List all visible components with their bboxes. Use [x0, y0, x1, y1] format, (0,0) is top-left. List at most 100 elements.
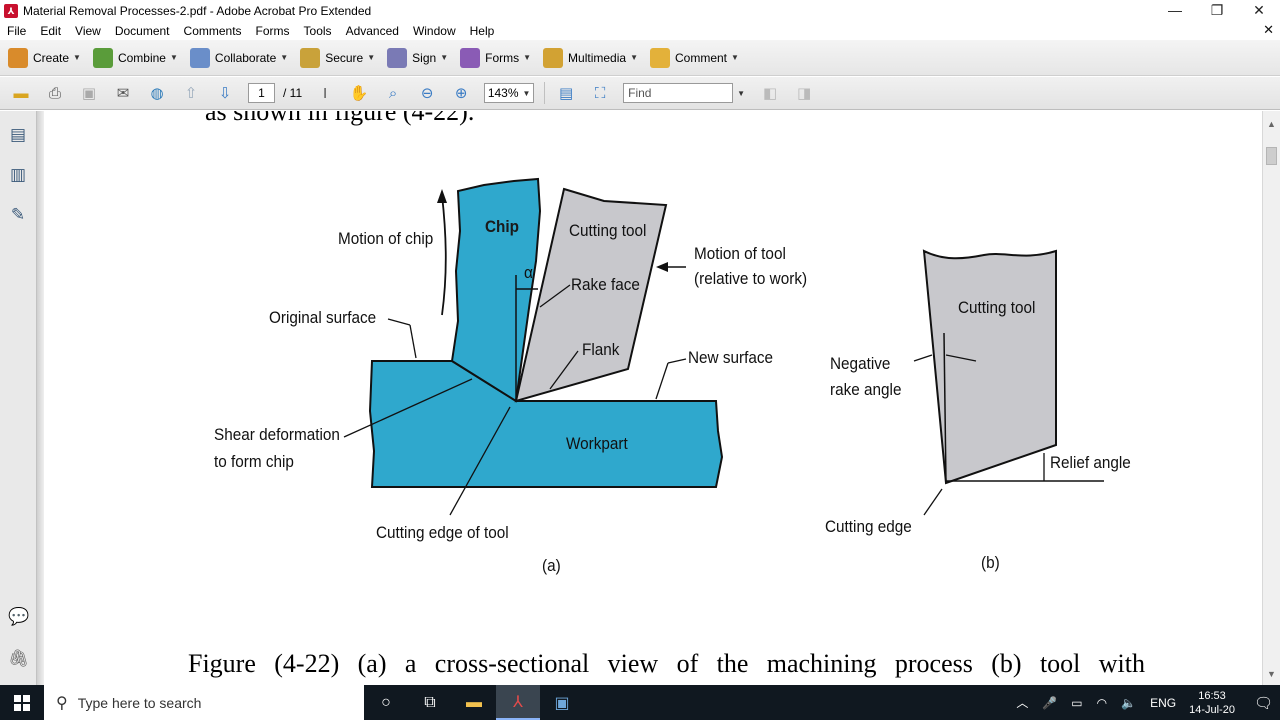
email-icon[interactable]: ✉: [112, 83, 134, 103]
document-close-button[interactable]: ✕: [1263, 22, 1274, 38]
label-cutting-tool-b: Cutting tool: [958, 298, 1036, 317]
label-original-surface: Original surface: [269, 308, 377, 327]
chevron-down-icon[interactable]: ▼: [737, 89, 745, 98]
page-total: / 11: [283, 86, 303, 100]
tasks-toolbar: Create ▼ Combine ▼ Collaborate ▼ Secure ▼ Si…: [0, 40, 1280, 76]
scroll-up-icon[interactable]: ▲: [1267, 119, 1276, 129]
window-title: Material Removal Processes-2.pdf - Adobe…: [23, 3, 372, 18]
bookmarks-icon[interactable]: ▥: [8, 165, 28, 187]
create-icon: [8, 47, 28, 68]
label-cutting-tool: Cutting tool: [569, 221, 647, 240]
search-placeholder: Type here to search: [77, 694, 202, 711]
signatures-icon[interactable]: ✎: [8, 205, 28, 227]
create-button[interactable]: Create ▼: [8, 47, 81, 68]
zoom-in-icon[interactable]: ⊕: [450, 83, 472, 103]
original-surface-leader: [409, 324, 417, 359]
language-indicator[interactable]: ENG: [1150, 696, 1176, 710]
label-new-surface: New surface: [688, 348, 774, 367]
figure-b-tag: (b): [981, 553, 1000, 572]
attachments-icon[interactable]: 🖇: [8, 649, 30, 671]
globe-icon[interactable]: ◍: [146, 83, 168, 103]
window-controls: — ❐ ✕: [1154, 0, 1280, 21]
arrowhead: [437, 189, 447, 203]
scroll-thumb[interactable]: [1266, 147, 1277, 165]
chevron-down-icon: ▼: [73, 53, 81, 62]
document-edge: [37, 111, 44, 685]
comment-icon: [649, 47, 670, 68]
minimize-button[interactable]: —: [1154, 0, 1196, 21]
zoom-out-icon[interactable]: ⊖: [416, 83, 438, 103]
previous-page-icon[interactable]: ⇧: [180, 83, 202, 103]
figure-a-tag: (a): [542, 556, 561, 575]
marquee-zoom-icon[interactable]: ⌕: [382, 83, 404, 103]
fit-width-icon[interactable]: ▤: [555, 83, 577, 103]
hand-tool-icon[interactable]: ✋: [348, 83, 370, 103]
battery-icon[interactable]: ▭: [1071, 696, 1082, 710]
fit-page-icon[interactable]: ⛶: [589, 83, 611, 103]
clock[interactable]: 16:53 14-Jul-20: [1189, 689, 1235, 717]
save-icon[interactable]: ▣: [78, 83, 100, 103]
menu-help[interactable]: Help: [463, 24, 502, 38]
microphone-icon[interactable]: 🎤: [1042, 696, 1057, 710]
notifications-icon[interactable]: 🗨: [1254, 694, 1273, 712]
comment-button[interactable]: Comment ▼: [649, 47, 739, 68]
menu-file[interactable]: File: [0, 24, 33, 38]
multimedia-button[interactable]: Multimedia ▼: [543, 47, 638, 68]
menu-comments[interactable]: Comments: [177, 24, 249, 38]
chevron-down-icon: ▼: [630, 53, 638, 62]
sign-label: Sign: [412, 50, 437, 65]
cortana-icon[interactable]: ○: [364, 685, 408, 720]
task-view-icon[interactable]: ⧉: [408, 685, 452, 720]
menu-tools[interactable]: Tools: [297, 24, 339, 38]
chevron-up-icon[interactable]: ︿: [1016, 694, 1028, 711]
select-text-icon[interactable]: I: [314, 83, 336, 103]
separator: [544, 82, 546, 104]
secure-button[interactable]: Secure ▼: [300, 47, 375, 68]
menu-document[interactable]: Document: [108, 24, 177, 38]
menu-forms[interactable]: Forms: [249, 24, 297, 38]
scroll-down-icon[interactable]: ▼: [1267, 669, 1276, 679]
open-folder-icon[interactable]: ▬: [10, 83, 32, 103]
label-motion-of-tool: Motion of tool: [694, 244, 786, 263]
arrowhead: [656, 262, 668, 272]
menu-view[interactable]: View: [68, 24, 108, 38]
document-page: as shown in figure (4-22). Motion of chi…: [44, 111, 1260, 685]
pages-icon[interactable]: ▤: [8, 125, 28, 147]
forms-button[interactable]: Forms ▼: [460, 47, 531, 68]
vertical-scrollbar[interactable]: ▲ ▼: [1262, 111, 1280, 685]
chevron-down-icon: ▼: [522, 88, 531, 98]
find-next-icon[interactable]: ◨: [793, 83, 815, 103]
figure-drawing: [343, 177, 1104, 516]
close-button[interactable]: ✕: [1238, 0, 1280, 21]
wifi-icon[interactable]: ◠: [1097, 696, 1107, 710]
label-cutting-edge: Cutting edge: [825, 517, 912, 536]
page-number-input[interactable]: 1: [248, 83, 275, 103]
pen-icon: [387, 47, 408, 68]
zoom-select[interactable]: 143% ▼: [484, 83, 535, 103]
sign-button[interactable]: Sign ▼: [387, 47, 448, 68]
cutting-edge-leader-b: [923, 488, 943, 516]
label-rake-face: Rake face: [571, 275, 640, 294]
restore-button[interactable]: ❐: [1196, 0, 1238, 21]
find-input[interactable]: Find: [623, 83, 734, 103]
menu-bar: File Edit View Document Comments Forms T…: [0, 21, 1280, 40]
label-motion-of-chip: Motion of chip: [338, 229, 434, 248]
menu-advanced[interactable]: Advanced: [339, 24, 406, 38]
menu-edit[interactable]: Edit: [33, 24, 68, 38]
volume-icon[interactable]: 🔈: [1121, 696, 1136, 710]
acrobat-taskbar-icon[interactable]: ⅄: [496, 685, 540, 720]
system-tray: ︿ 🎤 ▭ ◠ 🔈 ENG 16:53 14-Jul-20 🗨: [1009, 685, 1280, 720]
file-explorer-icon[interactable]: ▬: [452, 685, 496, 720]
combine-button[interactable]: Combine ▼: [92, 47, 178, 68]
label-shear-deformation: Shear deformation: [214, 425, 340, 444]
next-page-icon[interactable]: ⇩: [214, 83, 236, 103]
recorder-taskbar-icon[interactable]: ▣: [540, 685, 584, 720]
collaborate-button[interactable]: Collaborate ▼: [189, 47, 288, 68]
find-previous-icon[interactable]: ◧: [759, 83, 781, 103]
print-icon[interactable]: ⎙: [44, 83, 66, 103]
menu-window[interactable]: Window: [406, 24, 463, 38]
new-surface-leader: [655, 362, 669, 400]
comments-icon[interactable]: 💬: [8, 607, 29, 629]
taskbar-search[interactable]: ⚲ Type here to search: [44, 685, 364, 720]
start-button[interactable]: [0, 685, 44, 720]
